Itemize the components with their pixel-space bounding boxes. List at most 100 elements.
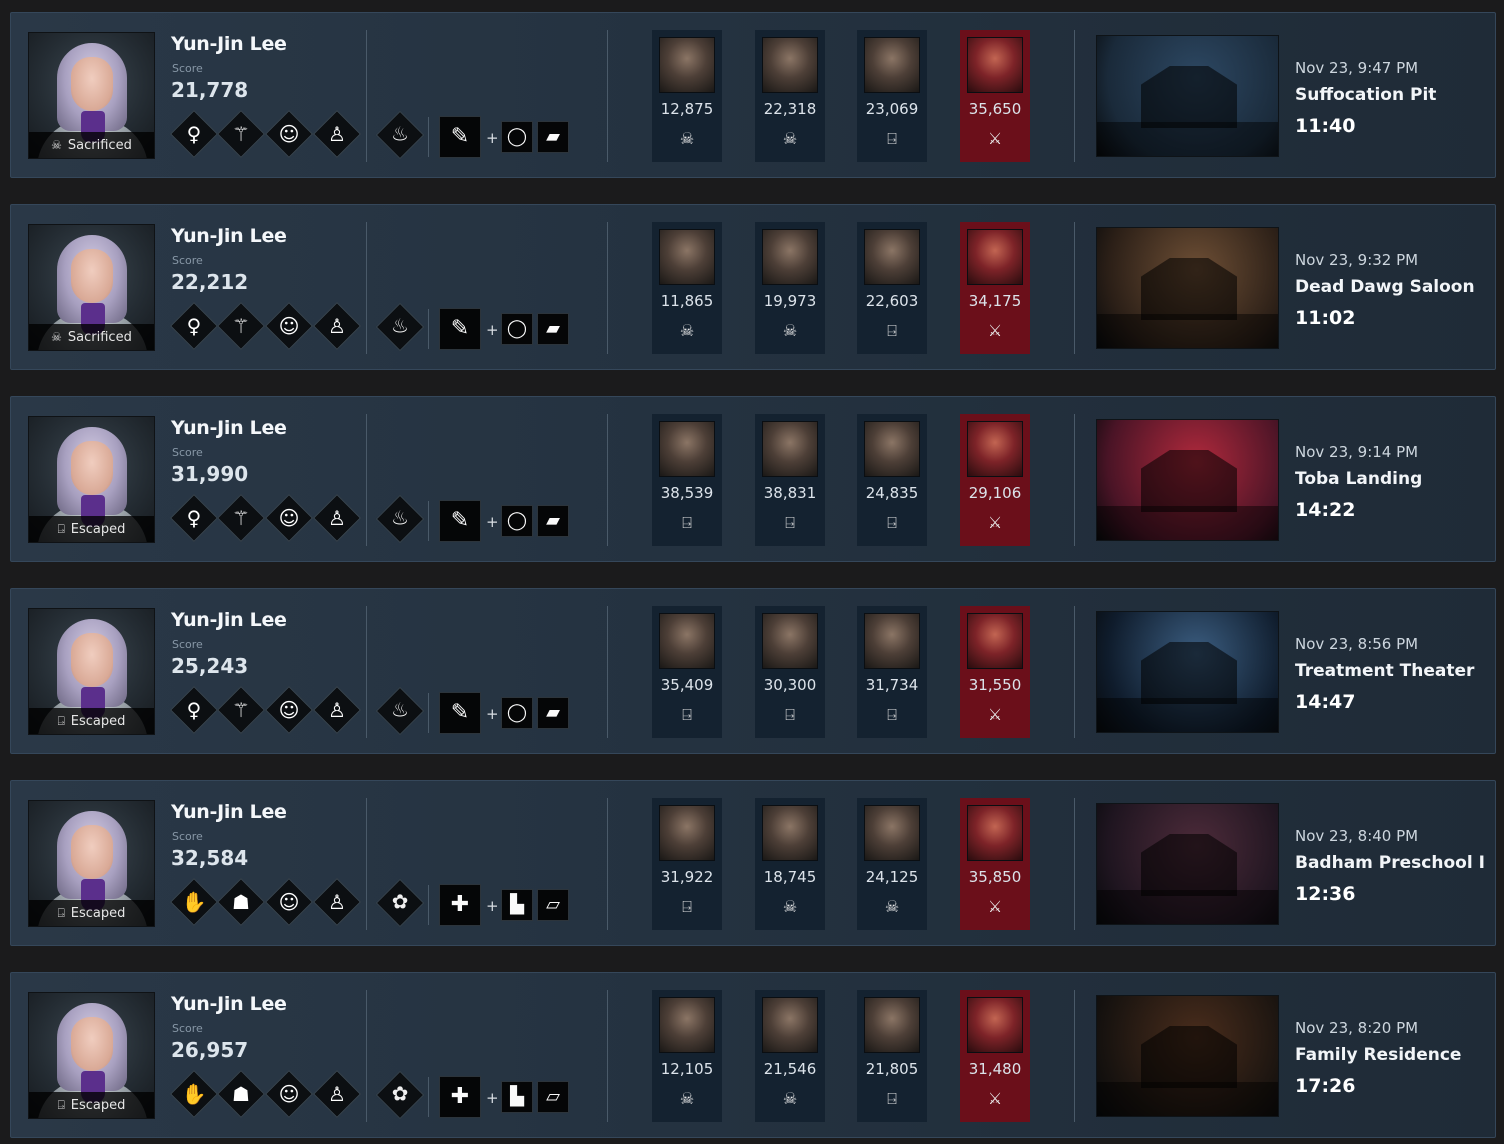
addon-slot[interactable]: ◯ (501, 313, 533, 345)
perk-slot[interactable]: ♀ (169, 109, 219, 159)
map-thumbnail[interactable] (1096, 803, 1279, 925)
survivor-card[interactable]: 31,922 ⍈ (652, 798, 722, 930)
offering-slot[interactable]: ✿ (375, 878, 425, 928)
survivor-card[interactable]: 24,835 ⍈ (857, 414, 927, 546)
offering-slot[interactable]: ♨ (375, 110, 425, 160)
survivor-card[interactable]: 18,745 ☠ (755, 798, 825, 930)
offering-slot[interactable]: ✿ (375, 1070, 425, 1120)
killer-card[interactable]: 35,650 ⚔ (960, 30, 1030, 162)
addon-slot[interactable]: ▱ (537, 889, 569, 921)
player-portrait[interactable]: ⍈ Escaped (28, 992, 155, 1119)
survivor-avatar (659, 229, 715, 285)
map-thumbnail[interactable] (1096, 35, 1279, 157)
survivor-card[interactable]: 38,831 ⍈ (755, 414, 825, 546)
addon-slot[interactable]: ▙ (501, 889, 533, 921)
perk-slot[interactable]: ♙ (312, 685, 362, 735)
survivor-card[interactable]: 12,875 ☠ (652, 30, 722, 162)
dance-icon: ♙ (328, 890, 346, 914)
match-row[interactable]: ⍈ Escaped Yun-Jin Lee Score 32,584 ✋ ☗ ☺… (10, 780, 1496, 946)
addon-slot[interactable]: ▰ (537, 697, 569, 729)
addon-slot[interactable]: ▰ (537, 121, 569, 153)
survivor-card[interactable]: 12,105 ☠ (652, 990, 722, 1122)
killer-card[interactable]: 34,175 ⚔ (960, 222, 1030, 354)
match-row[interactable]: ⍈ Escaped Yun-Jin Lee Score 25,243 ♀ ⚚ ☺… (10, 588, 1496, 754)
offering-slot[interactable]: ♨ (375, 686, 425, 736)
perk-slot[interactable]: ♀ (169, 301, 219, 351)
match-duration: 14:22 (1295, 499, 1356, 521)
player-name[interactable]: Yun-Jin Lee (171, 993, 287, 1015)
match-row[interactable]: ☠ Sacrificed Yun-Jin Lee Score 21,778 ♀ … (10, 12, 1496, 178)
player-portrait[interactable]: ☠ Sacrificed (28, 32, 155, 159)
map-thumbnail[interactable] (1096, 419, 1279, 541)
perk-slot[interactable]: ☺ (264, 685, 314, 735)
survivor-card[interactable]: 21,546 ☠ (755, 990, 825, 1122)
addon-slot[interactable]: ▰ (537, 313, 569, 345)
offering-slot[interactable]: ♨ (375, 494, 425, 544)
player-name[interactable]: Yun-Jin Lee (171, 609, 287, 631)
perk-slot[interactable]: ♙ (312, 493, 362, 543)
survivor-card[interactable]: 11,865 ☠ (652, 222, 722, 354)
player-name[interactable]: Yun-Jin Lee (171, 801, 287, 823)
player-portrait[interactable]: ⍈ Escaped (28, 800, 155, 927)
survivor-card[interactable]: 31,734 ⍈ (857, 606, 927, 738)
survivor-card[interactable]: 30,300 ⍈ (755, 606, 825, 738)
perk-slot[interactable]: ♀ (169, 685, 219, 735)
survivor-card[interactable]: 23,069 ⍈ (857, 30, 927, 162)
addon-slot[interactable]: ◯ (501, 697, 533, 729)
perk-slot[interactable]: ♙ (312, 301, 362, 351)
addon-slot[interactable]: ◯ (501, 121, 533, 153)
killer-card[interactable]: 31,550 ⚔ (960, 606, 1030, 738)
survivor-card[interactable]: 22,603 ⍈ (857, 222, 927, 354)
perk-slot[interactable]: ☗ (216, 1069, 266, 1119)
survivor-card[interactable]: 21,805 ⍈ (857, 990, 927, 1122)
item-slot[interactable]: ✎ (439, 500, 481, 542)
perk-slot[interactable]: ⚚ (216, 301, 266, 351)
survivor-card[interactable]: 22,318 ☠ (755, 30, 825, 162)
player-portrait[interactable]: ⍈ Escaped (28, 416, 155, 543)
lithe-icon: ⚚ (232, 506, 250, 530)
perk-slot[interactable]: ☺ (264, 301, 314, 351)
perk-slot[interactable]: ☺ (264, 1069, 314, 1119)
addon-slot[interactable]: ▰ (537, 505, 569, 537)
map-thumbnail[interactable] (1096, 995, 1279, 1117)
perk-slot[interactable]: ✋ (169, 1069, 219, 1119)
item-slot[interactable]: ✎ (439, 308, 481, 350)
killer-card[interactable]: 29,106 ⚔ (960, 414, 1030, 546)
player-name[interactable]: Yun-Jin Lee (171, 225, 287, 247)
survivor-card[interactable]: 19,973 ☠ (755, 222, 825, 354)
perk-slot[interactable]: ☗ (216, 877, 266, 927)
addon-slot[interactable]: ▱ (537, 1081, 569, 1113)
survivor-card[interactable]: 24,125 ☠ (857, 798, 927, 930)
offering-slot[interactable]: ♨ (375, 302, 425, 352)
perk-slot[interactable]: ♙ (312, 877, 362, 927)
item-slot[interactable]: ✎ (439, 692, 481, 734)
match-row[interactable]: ⍈ Escaped Yun-Jin Lee Score 26,957 ✋ ☗ ☺… (10, 972, 1496, 1138)
perk-slot[interactable]: ♀ (169, 493, 219, 543)
item-slot[interactable]: ✎ (439, 116, 481, 158)
addon-slot[interactable]: ▙ (501, 1081, 533, 1113)
perk-slot[interactable]: ✋ (169, 877, 219, 927)
killer-card[interactable]: 35,850 ⚔ (960, 798, 1030, 930)
survivor-card[interactable]: 35,409 ⍈ (652, 606, 722, 738)
perk-slot[interactable]: ☺ (264, 109, 314, 159)
perk-slot[interactable]: ☺ (264, 877, 314, 927)
item-slot[interactable]: ✚ (439, 884, 481, 926)
map-thumbnail[interactable] (1096, 611, 1279, 733)
match-row[interactable]: ☠ Sacrificed Yun-Jin Lee Score 22,212 ♀ … (10, 204, 1496, 370)
perk-slot[interactable]: ☺ (264, 493, 314, 543)
map-thumbnail[interactable] (1096, 227, 1279, 349)
player-name[interactable]: Yun-Jin Lee (171, 417, 287, 439)
perk-slot[interactable]: ♙ (312, 109, 362, 159)
item-slot[interactable]: ✚ (439, 1076, 481, 1118)
addon-slot[interactable]: ◯ (501, 505, 533, 537)
player-portrait[interactable]: ☠ Sacrificed (28, 224, 155, 351)
player-portrait[interactable]: ⍈ Escaped (28, 608, 155, 735)
survivor-card[interactable]: 38,539 ⍈ (652, 414, 722, 546)
player-name[interactable]: Yun-Jin Lee (171, 33, 287, 55)
killer-card[interactable]: 31,480 ⚔ (960, 990, 1030, 1122)
perk-slot[interactable]: ⚚ (216, 685, 266, 735)
perk-slot[interactable]: ⚚ (216, 493, 266, 543)
perk-slot[interactable]: ⚚ (216, 109, 266, 159)
perk-slot[interactable]: ♙ (312, 1069, 362, 1119)
match-row[interactable]: ⍈ Escaped Yun-Jin Lee Score 31,990 ♀ ⚚ ☺… (10, 396, 1496, 562)
